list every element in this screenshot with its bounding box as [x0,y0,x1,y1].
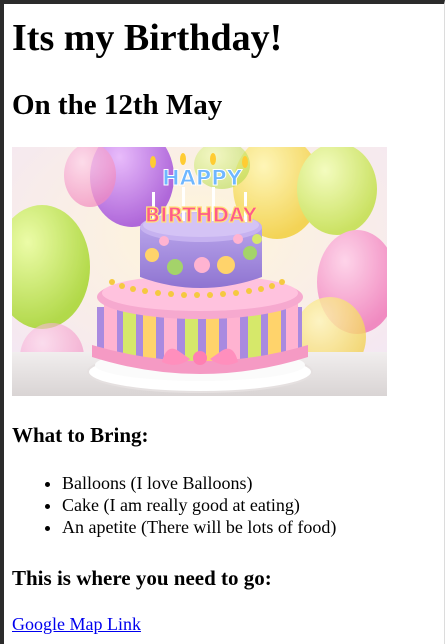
list-item: An apetite (There will be lots of food) [62,516,336,538]
directions-heading: This is where you need to go: [12,566,272,590]
birthday-cake-image: HAPPY BIRTHDAY [12,147,387,396]
bring-list: Balloons (I love Balloons) Cake (I am re… [12,472,336,538]
list-item: Cake (I am really good at eating) [62,494,336,516]
what-to-bring-heading: What to Bring: [12,423,149,447]
page-content: Its my Birthday! On the 12th May HAPPY B… [12,4,444,644]
cake-topper-birthday: BIRTHDAY [145,203,258,227]
page-subtitle: On the 12th May [12,89,223,121]
google-map-link[interactable]: Google Map Link [12,613,141,635]
page-title: Its my Birthday! [12,17,283,59]
cake-topper-happy: HAPPY [162,166,243,190]
list-item: Balloons (I love Balloons) [62,472,336,494]
